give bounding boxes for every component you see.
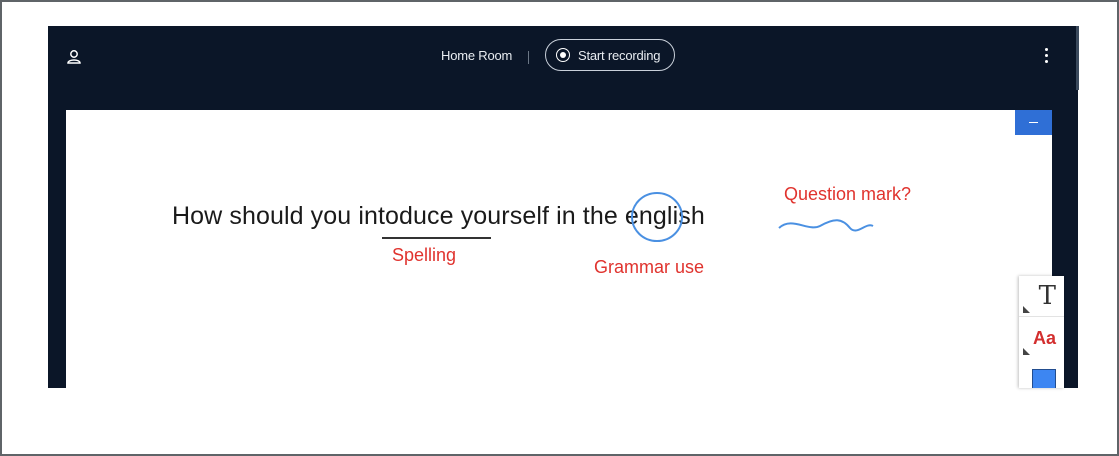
color-swatch[interactable] — [1032, 369, 1056, 388]
annotation-spelling: Spelling — [392, 245, 457, 265]
sentence-part-2: yourself in — [453, 202, 583, 230]
user-icon[interactable] — [65, 48, 83, 66]
misspelled-word: intoduce — [358, 202, 454, 230]
minimize-icon — [1029, 121, 1038, 124]
record-label: Start recording — [578, 47, 661, 63]
tool-divider — [1019, 316, 1064, 317]
text-tool-corner — [1023, 306, 1030, 313]
whiteboard-sentence: How should you intoduce yourself in the … — [172, 202, 705, 231]
tool-panel: T Aa — [1019, 276, 1064, 388]
top-bar: Home Room Start recording — [48, 26, 1078, 88]
header-divider — [528, 51, 529, 64]
start-recording-button[interactable]: Start recording — [545, 39, 675, 71]
annotation-question-mark: Question mark? — [784, 184, 912, 204]
whiteboard-canvas[interactable] — [66, 110, 1052, 388]
annotation-grammar: Grammar use — [594, 257, 705, 277]
room-name: Home Room — [441, 48, 513, 63]
window-edge — [1076, 26, 1079, 90]
record-icon — [556, 48, 570, 62]
more-vertical-icon[interactable] — [1041, 46, 1051, 68]
sentence-part-3: english — [617, 202, 705, 230]
minimize-button[interactable] — [1015, 110, 1052, 135]
sentence-part-1: How should you — [172, 202, 359, 230]
font-tool-corner — [1023, 348, 1030, 355]
circled-word: the — [582, 202, 618, 230]
